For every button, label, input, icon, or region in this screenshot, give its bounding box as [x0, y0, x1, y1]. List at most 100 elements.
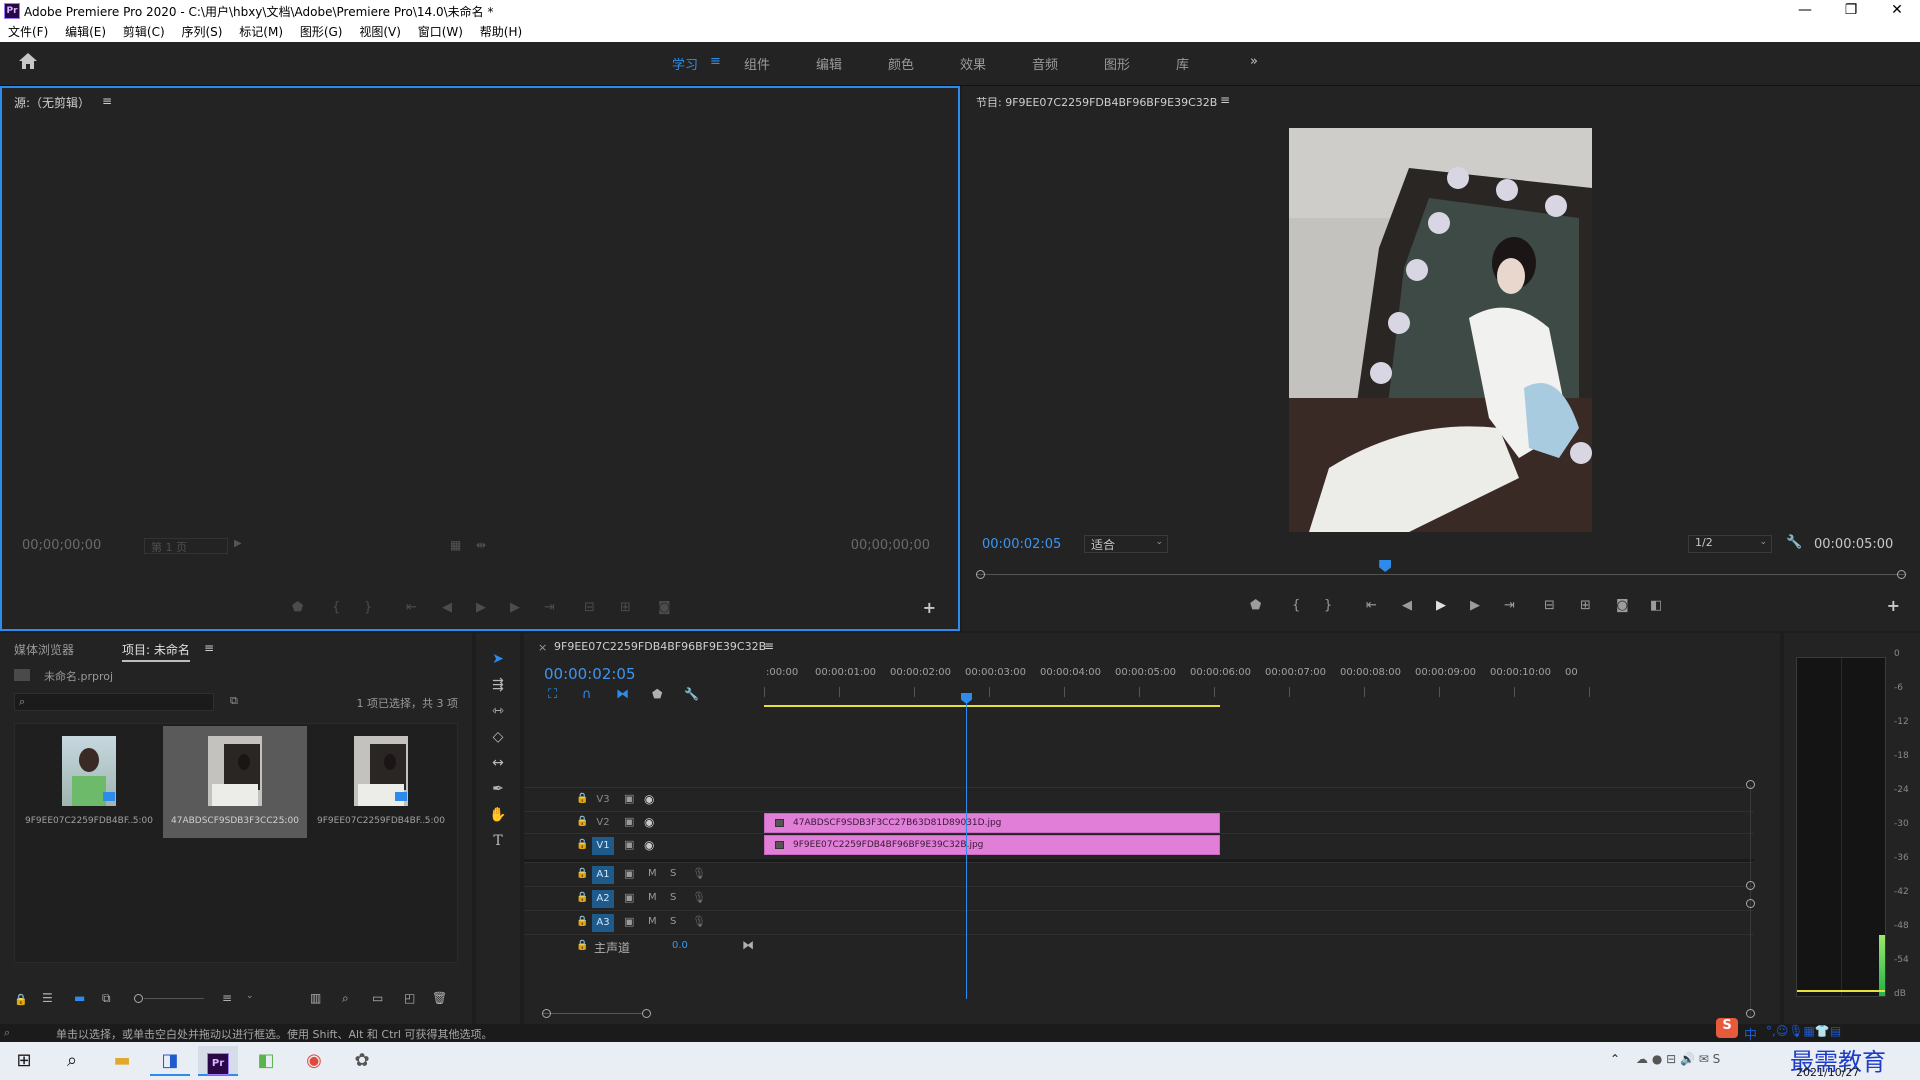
close-sequence-icon[interactable]: ×: [538, 641, 547, 654]
microphone-icon[interactable]: 🎙: [692, 891, 706, 904]
icon-view-icon[interactable]: ▬: [74, 991, 85, 1005]
taskbar-search-icon[interactable]: ⌕: [52, 1046, 92, 1076]
file-explorer-icon[interactable]: ▬: [102, 1046, 142, 1076]
menu-edit[interactable]: 编辑(E): [65, 22, 106, 42]
minimize-button[interactable]: —: [1782, 0, 1828, 22]
windows-start-icon[interactable]: ⊞: [4, 1046, 44, 1076]
program-monitor-panel[interactable]: 节目: 9F9EE07C2259FDB4BF96BF9E39C32B ≡ 00:…: [962, 86, 1920, 631]
lock-icon[interactable]: 🔒: [576, 892, 588, 903]
lock-icon[interactable]: 🔒: [576, 816, 588, 827]
new-item-icon[interactable]: ◰: [404, 991, 415, 1005]
hand-tool-icon[interactable]: ✋: [488, 805, 508, 825]
lock-icon[interactable]: 🔒: [576, 868, 588, 879]
chrome-icon[interactable]: ◉: [294, 1046, 334, 1076]
solo-button[interactable]: S: [670, 868, 676, 879]
lock-icon[interactable]: 🔒: [576, 916, 588, 927]
mute-button[interactable]: M: [648, 892, 657, 903]
program-go-out-icon[interactable]: ⇥: [1504, 598, 1515, 613]
timeline-sequence-tab[interactable]: 9F9EE07C2259FDB4BF96BF9E39C32B: [554, 640, 766, 653]
snap-magnet-icon[interactable]: ∩: [582, 687, 592, 702]
new-bin-from-search-icon[interactable]: ⧉: [230, 694, 238, 708]
microphone-icon[interactable]: 🎙: [692, 915, 706, 928]
project-item-selected[interactable]: 47ABDSCF9SDB3F3CC2... 5:00: [163, 726, 307, 838]
timeline-zoom-end-handle[interactable]: [642, 1009, 651, 1018]
ime-mode-label[interactable]: 中: [1744, 1024, 1757, 1043]
sync-lock-icon[interactable]: ▣: [624, 891, 634, 904]
workspace-menu-icon[interactable]: ≡: [710, 54, 721, 69]
project-item[interactable]: 9F9EE07C2259FDB4BF... 5:00: [309, 726, 453, 838]
scrub-start-handle[interactable]: [976, 570, 985, 579]
track-a2[interactable]: 🔒 A2 ▣ M S 🎙: [524, 886, 1754, 910]
go-to-in-out-icon[interactable]: ⧓: [742, 938, 754, 952]
timeline-zoom-track[interactable]: [542, 1013, 642, 1014]
track-select-tool-icon[interactable]: ⇶: [488, 675, 508, 695]
source-timecode-in[interactable]: 00;00;00;00: [22, 538, 101, 553]
scrub-end-handle[interactable]: [1897, 570, 1906, 579]
track-label-targeted[interactable]: V1: [592, 837, 614, 855]
track-v1[interactable]: 🔒 V1 ▣ ◉ 9F9EE07C2259FDB4BF96BF9E39C32B.…: [524, 833, 1754, 857]
source-page-dropdown[interactable]: 第 1 页: [144, 538, 228, 554]
project-item[interactable]: 9F9EE07C2259FDB4BF... 5:00: [17, 726, 161, 838]
workspace-tab-audio[interactable]: 音频: [1032, 54, 1058, 73]
workspace-tab-learn[interactable]: 学习: [672, 54, 698, 73]
lock-icon[interactable]: 🔒: [576, 793, 588, 804]
program-step-back-icon[interactable]: ◀: [1402, 598, 1412, 613]
program-playhead[interactable]: [1379, 560, 1392, 572]
track-master[interactable]: 🔒 主声道 0.0 ⧓: [524, 934, 1754, 958]
clip-v1[interactable]: 9F9EE07C2259FDB4BF96BF9E39C32B.jpg: [764, 835, 1220, 855]
program-fit-dropdown[interactable]: 适合 ⌄: [1084, 535, 1168, 553]
source-panel-title[interactable]: 源:（无剪辑）: [14, 94, 90, 111]
premiere-taskbar-icon[interactable]: Pr: [198, 1046, 238, 1076]
source-step-back-icon[interactable]: ◀: [442, 600, 452, 615]
track-a3[interactable]: 🔒 A3 ▣ M S 🎙: [524, 910, 1754, 934]
tray-app-icons[interactable]: ☁ ● ⊟ 🔊 ✉ S: [1636, 1052, 1720, 1066]
source-export-frame-icon[interactable]: ◙: [658, 600, 671, 615]
workspace-tab-editing[interactable]: 编辑: [816, 54, 842, 73]
program-compare-icon[interactable]: ◧: [1650, 598, 1662, 613]
source-mark-in-icon[interactable]: {: [332, 600, 340, 615]
track-label[interactable]: V2: [592, 814, 614, 832]
sync-lock-icon[interactable]: ▣: [624, 792, 634, 805]
clear-trash-icon[interactable]: 🗑: [432, 991, 447, 1005]
source-overwrite-icon[interactable]: ⊞: [620, 600, 631, 615]
eye-icon[interactable]: ◉: [644, 792, 654, 806]
find-icon[interactable]: ⌕: [342, 991, 349, 1006]
track-v2[interactable]: 🔒 V2 ▣ ◉ 47ABDSCF9SDB3F3CC27B63D81D89031…: [524, 811, 1754, 833]
workspace-tab-graphics[interactable]: 图形: [1104, 54, 1130, 73]
project-menu-icon[interactable]: ≡: [204, 641, 214, 655]
source-add-button-icon[interactable]: +: [923, 598, 936, 617]
lock-icon[interactable]: 🔒: [14, 993, 28, 1006]
track-label-targeted[interactable]: A1: [592, 866, 614, 884]
media-app-icon[interactable]: ✿: [342, 1046, 382, 1076]
ime-toolbar-icons[interactable]: °,☺🎙▦👕▤: [1766, 1024, 1841, 1038]
track-a1[interactable]: 🔒 A1 ▣ M S 🎙: [524, 862, 1754, 886]
razor-tool-icon[interactable]: ◇: [488, 727, 508, 747]
workspace-tab-color[interactable]: 颜色: [888, 54, 914, 73]
home-icon[interactable]: [18, 52, 38, 73]
source-mark-out-icon[interactable]: }: [364, 600, 372, 615]
chevron-down-icon[interactable]: ⌄: [246, 991, 254, 1001]
tab-project[interactable]: 项目: 未命名: [122, 641, 190, 662]
timeline-zoom-start-handle[interactable]: [542, 1009, 551, 1018]
menu-view[interactable]: 视图(V): [359, 22, 401, 42]
program-go-in-icon[interactable]: ⇤: [1366, 598, 1377, 613]
lock-icon[interactable]: 🔒: [576, 940, 588, 951]
program-step-forward-icon[interactable]: ▶: [1470, 598, 1480, 613]
track-v3[interactable]: 🔒 V3 ▣ ◉: [524, 787, 1754, 811]
project-panel[interactable]: 媒体浏览器 项目: 未命名 ≡ 未命名.prproj ⌕ ⧉ 1 项已选择，共 …: [0, 633, 472, 1025]
menu-file[interactable]: 文件(F): [8, 22, 48, 42]
source-drop-icon[interactable]: ⇹: [476, 538, 486, 552]
work-area-bar[interactable]: [764, 705, 1220, 707]
slip-tool-icon[interactable]: ↔: [488, 753, 508, 773]
timeline-panel[interactable]: × 9F9EE07C2259FDB4BF96BF9E39C32B ≡ 00:00…: [524, 633, 1780, 1025]
microphone-icon[interactable]: 🎙: [692, 867, 706, 880]
workspace-tab-assembly[interactable]: 组件: [744, 54, 770, 73]
program-panel-menu-icon[interactable]: ≡: [1220, 93, 1230, 107]
source-panel-menu-icon[interactable]: ≡: [102, 94, 112, 108]
workspace-tab-libraries[interactable]: 库: [1176, 54, 1189, 73]
program-panel-title[interactable]: 节目: 9F9EE07C2259FDB4BF96BF9E39C32B: [976, 94, 1217, 110]
program-timecode[interactable]: 00:00:02:05: [982, 537, 1061, 552]
clip-v2[interactable]: 47ABDSCF9SDB3F3CC27B63D81D89031D.jpg: [764, 813, 1220, 833]
program-mark-in-icon[interactable]: {: [1292, 598, 1300, 613]
nest-toggle-icon[interactable]: ⛶: [548, 687, 557, 702]
